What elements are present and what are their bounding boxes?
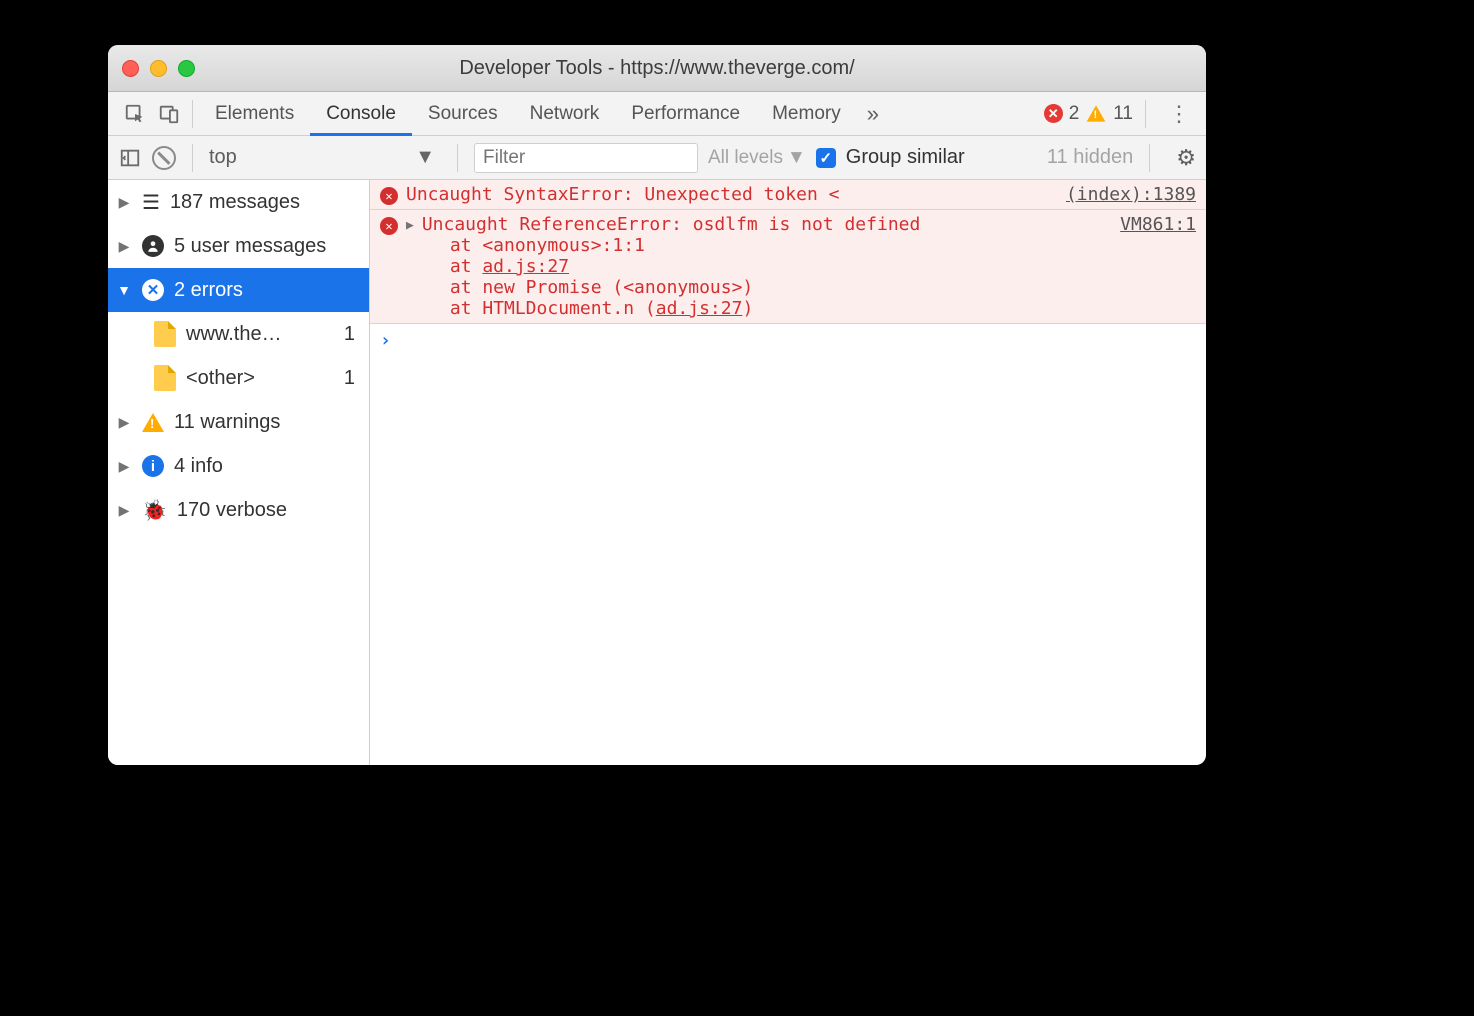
group-similar-label: Group similar: [846, 146, 965, 169]
inspect-element-icon[interactable]: [118, 97, 152, 131]
close-window-button[interactable]: [122, 60, 139, 77]
dropdown-icon: ▼: [415, 146, 435, 169]
console-toolbar: top ▼ All levels ▼ ✓ Group similar 11 hi…: [108, 136, 1206, 180]
sidebar-item-label: <other>: [186, 367, 255, 390]
console-error-message[interactable]: ✕ ▶ Uncaught ReferenceError: osdlfm is n…: [370, 210, 1206, 324]
filter-input[interactable]: [474, 143, 698, 173]
log-levels-selector[interactable]: All levels ▼: [708, 147, 806, 169]
sidebar-error-source[interactable]: www.the… 1: [108, 312, 369, 356]
error-text: Uncaught SyntaxError: Unexpected token <: [406, 184, 839, 205]
tab-performance[interactable]: Performance: [615, 92, 756, 136]
sidebar-item-label: 170 verbose: [177, 499, 287, 522]
group-similar-checkbox[interactable]: ✓: [816, 148, 836, 168]
device-toolbar-icon[interactable]: [152, 97, 186, 131]
window-controls: [122, 60, 195, 77]
sidebar-item-label: 187 messages: [170, 191, 300, 214]
error-count-icon[interactable]: ✕: [1044, 104, 1063, 123]
user-icon: [142, 235, 164, 257]
divider: [1149, 144, 1150, 172]
file-icon: [154, 321, 176, 347]
clear-console-icon[interactable]: [152, 146, 176, 170]
console-output: ✕ Uncaught SyntaxError: Unexpected token…: [370, 180, 1206, 765]
toggle-sidebar-icon[interactable]: [118, 146, 142, 170]
stack-frame: at HTMLDocument.n (ad.js:27): [450, 298, 1112, 319]
sidebar-item-label: 11 warnings: [174, 411, 280, 434]
dropdown-icon: ▼: [787, 147, 806, 169]
hidden-count[interactable]: 11 hidden: [1047, 146, 1133, 169]
stack-link[interactable]: ad.js:27: [656, 298, 743, 319]
tab-memory[interactable]: Memory: [756, 92, 857, 136]
sidebar-error-source[interactable]: <other> 1: [108, 356, 369, 400]
sidebar-item-count: 1: [344, 323, 361, 346]
expand-icon: ▶: [116, 458, 132, 475]
warning-count: 11: [1113, 103, 1133, 125]
sidebar-item-label: 2 errors: [174, 279, 243, 302]
sidebar-item-label: 4 info: [174, 455, 223, 478]
prompt-icon: ›: [380, 330, 391, 351]
panel-tabs: Elements Console Sources Network Perform…: [199, 92, 889, 136]
settings-menu-icon[interactable]: ⋮: [1158, 101, 1200, 127]
stack-frame: at ad.js:27: [450, 256, 1112, 277]
sidebar-messages[interactable]: ▶ ☰ 187 messages: [108, 180, 369, 224]
console-prompt[interactable]: ›: [370, 324, 1206, 357]
warning-icon: [142, 413, 164, 432]
expand-stack-icon[interactable]: ▶: [406, 218, 414, 233]
sidebar-verbose[interactable]: ▶ 🐞 170 verbose: [108, 488, 369, 532]
file-icon: [154, 365, 176, 391]
error-icon: ✕: [142, 279, 164, 301]
expand-icon: ▶: [116, 238, 132, 255]
error-count: 2: [1069, 103, 1080, 125]
stack-frame: at <anonymous>:1:1: [450, 235, 1112, 256]
divider: [1145, 100, 1146, 128]
console-body: ▶ ☰ 187 messages ▶ 5 user messages ▼ ✕ 2…: [108, 180, 1206, 765]
sidebar-item-count: 1: [344, 367, 361, 390]
list-icon: ☰: [142, 190, 160, 215]
more-tabs-icon[interactable]: »: [857, 101, 889, 127]
context-value: top: [209, 146, 237, 169]
sidebar-info[interactable]: ▶ i 4 info: [108, 444, 369, 488]
warning-count-icon[interactable]: [1087, 105, 1106, 121]
error-source-link[interactable]: (index):1389: [1066, 184, 1196, 205]
console-settings-icon[interactable]: ⚙: [1166, 145, 1196, 171]
expand-icon: ▶: [116, 414, 132, 431]
tab-console[interactable]: Console: [310, 92, 412, 136]
stack-link[interactable]: ad.js:27: [482, 256, 569, 277]
divider: [457, 144, 458, 172]
sidebar-item-label: www.the…: [186, 323, 282, 346]
error-text: Uncaught ReferenceError: osdlfm is not d…: [422, 214, 921, 235]
devtools-tabs-row: Elements Console Sources Network Perform…: [108, 92, 1206, 136]
sidebar-warnings[interactable]: ▶ 11 warnings: [108, 400, 369, 444]
bug-icon: 🐞: [142, 498, 167, 523]
titlebar: Developer Tools - https://www.theverge.c…: [108, 45, 1206, 92]
info-icon: i: [142, 455, 164, 477]
sidebar-errors[interactable]: ▼ ✕ 2 errors: [108, 268, 369, 312]
minimize-window-button[interactable]: [150, 60, 167, 77]
tab-elements[interactable]: Elements: [199, 92, 310, 136]
window-title: Developer Tools - https://www.theverge.c…: [108, 57, 1206, 80]
sidebar-user-messages[interactable]: ▶ 5 user messages: [108, 224, 369, 268]
maximize-window-button[interactable]: [178, 60, 195, 77]
stack-trace: at <anonymous>:1:1 at ad.js:27 at new Pr…: [450, 235, 1112, 319]
error-icon: ✕: [380, 187, 398, 205]
divider: [192, 144, 193, 172]
divider: [192, 100, 193, 128]
error-icon: ✕: [380, 217, 398, 235]
stack-frame: at new Promise (<anonymous>): [450, 277, 1112, 298]
collapse-icon: ▼: [116, 282, 132, 298]
sidebar-item-label: 5 user messages: [174, 235, 326, 258]
levels-label: All levels: [708, 147, 783, 169]
console-error-message[interactable]: ✕ Uncaught SyntaxError: Unexpected token…: [370, 180, 1206, 210]
tab-sources[interactable]: Sources: [412, 92, 514, 136]
status-indicators: ✕ 2 11 ⋮: [1044, 100, 1206, 128]
expand-icon: ▶: [116, 194, 132, 211]
console-sidebar: ▶ ☰ 187 messages ▶ 5 user messages ▼ ✕ 2…: [108, 180, 370, 765]
context-selector[interactable]: top ▼: [209, 143, 441, 173]
tab-network[interactable]: Network: [514, 92, 616, 136]
expand-icon: ▶: [116, 502, 132, 519]
devtools-window: Developer Tools - https://www.theverge.c…: [108, 45, 1206, 765]
error-source-link[interactable]: VM861:1: [1120, 214, 1196, 235]
